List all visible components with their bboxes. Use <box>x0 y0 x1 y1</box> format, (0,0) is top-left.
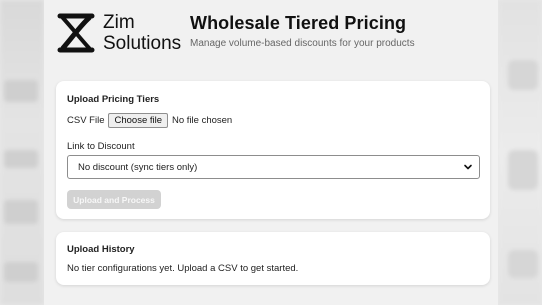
page-subtitle: Manage volume-based discounts for your p… <box>190 38 415 49</box>
discount-select[interactable]: No discount (sync tiers only) <box>67 155 480 179</box>
brand-logo: Zim Solutions <box>56 12 181 56</box>
zim-logo-icon <box>57 13 95 53</box>
choose-file-button[interactable]: Choose file <box>108 113 169 128</box>
history-empty-message: No tier configurations yet. Upload a CSV… <box>67 263 299 274</box>
page-title: Wholesale Tiered Pricing <box>190 13 407 33</box>
chevron-down-icon <box>464 164 472 170</box>
upload-card: Upload Pricing Tiers CSV File Choose fil… <box>56 81 490 219</box>
brand-name-line1: Zim <box>103 12 135 33</box>
csv-file-row: CSV File Choose file No file chosen <box>67 113 232 128</box>
file-status-text: No file chosen <box>172 115 233 126</box>
brand-name: Zim Solutions <box>103 12 181 54</box>
link-discount-label: Link to Discount <box>67 141 135 152</box>
background-blur-left <box>0 0 44 305</box>
page-header: Zim Solutions Wholesale Tiered Pricing M… <box>56 10 496 60</box>
brand-name-line2: Solutions <box>103 33 182 54</box>
upload-section-title: Upload Pricing Tiers <box>67 94 160 105</box>
csv-file-label: CSV File <box>67 115 105 126</box>
upload-process-button[interactable]: Upload and Process <box>67 190 161 209</box>
title-block: Wholesale Tiered Pricing Manage volume-b… <box>190 13 415 49</box>
background-blur-right <box>498 0 542 305</box>
history-card: Upload History No tier configurations ye… <box>56 232 490 285</box>
history-section-title: Upload History <box>67 244 135 255</box>
discount-select-value: No discount (sync tiers only) <box>78 161 198 173</box>
